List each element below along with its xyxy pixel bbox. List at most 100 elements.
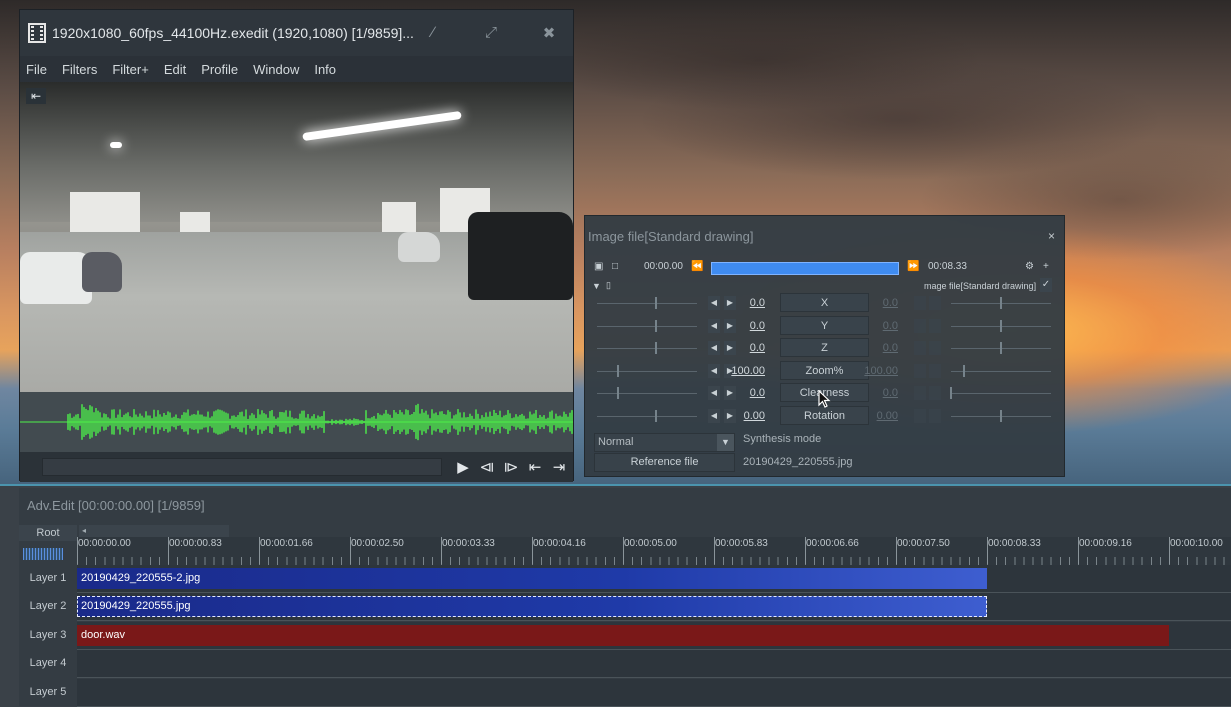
step-box[interactable] xyxy=(929,296,941,310)
layer-row[interactable]: 20190429_220555-2.jpg xyxy=(77,565,1231,593)
visible-checkbox[interactable]: ✓ xyxy=(1040,278,1052,292)
step-box[interactable] xyxy=(929,363,941,378)
step-left-icon[interactable]: ◀ xyxy=(708,363,720,378)
settings-icon[interactable]: ⚙ xyxy=(1025,260,1034,274)
right-stepper[interactable] xyxy=(914,318,944,336)
param-name-button[interactable]: Y xyxy=(780,315,869,335)
step-box[interactable] xyxy=(914,409,926,423)
slider-knob[interactable] xyxy=(950,387,952,400)
layer-label-1[interactable]: Layer 1 xyxy=(19,565,77,592)
layer-label-3[interactable]: Layer 3 xyxy=(19,621,77,649)
layer-label-4[interactable]: Layer 4 xyxy=(19,650,77,678)
right-slider[interactable] xyxy=(951,410,1051,422)
param-end-value[interactable]: 0.00 xyxy=(858,410,898,422)
layer-row[interactable]: door.wav xyxy=(77,621,1231,650)
right-slider[interactable] xyxy=(951,364,1051,377)
param-name-button[interactable]: Z xyxy=(780,338,869,358)
minimize-icon[interactable]: ∕ xyxy=(425,24,441,42)
right-stepper[interactable] xyxy=(914,409,944,426)
title-bar[interactable]: 1920x1080_60fps_44100Hz.exedit (1920,108… xyxy=(20,10,573,56)
right-stepper[interactable] xyxy=(914,296,944,313)
image-clip[interactable]: 20190429_220555.jpg xyxy=(77,596,987,618)
layer-label-2[interactable]: Layer 2 xyxy=(19,593,77,621)
jump-start-icon[interactable]: ⇤ xyxy=(524,458,546,476)
right-slider[interactable] xyxy=(951,342,1051,355)
root-scene-button[interactable]: Root xyxy=(19,525,77,541)
back-to-start-button[interactable]: ⇤ xyxy=(26,88,46,104)
step-left-icon[interactable]: ◀ xyxy=(708,386,720,401)
left-slider[interactable] xyxy=(597,410,697,422)
step-box[interactable] xyxy=(914,296,926,310)
step-left-icon[interactable]: ◀ xyxy=(708,341,720,356)
param-start-value[interactable]: 0.0 xyxy=(725,320,765,332)
step-left-icon[interactable]: ◀ xyxy=(708,318,720,333)
menu-file[interactable]: File xyxy=(26,62,47,77)
right-slider[interactable] xyxy=(951,297,1051,309)
camera-icon[interactable]: ▣ xyxy=(594,260,603,274)
object-range-bar[interactable] xyxy=(711,262,899,275)
blend-mode-dropdown[interactable]: Normal ▼ xyxy=(594,433,735,452)
time-ruler[interactable]: 00:00:00.00 00:00:00.83 00:00:01.66 00:00:0… xyxy=(77,537,1231,565)
jump-end-icon[interactable]: ⇥ xyxy=(548,458,570,476)
slider-knob[interactable] xyxy=(617,387,619,400)
param-name-button[interactable]: Zoom% xyxy=(780,360,869,380)
step-left-icon[interactable]: ◀ xyxy=(708,296,720,310)
param-start-value[interactable]: 0.00 xyxy=(725,410,765,422)
slider-knob[interactable] xyxy=(655,342,657,355)
fast-forward-icon[interactable]: ⏩ xyxy=(907,260,919,274)
step-left-icon[interactable]: ◀ xyxy=(708,409,720,423)
slider-knob[interactable] xyxy=(655,319,657,332)
param-start-value[interactable]: 0.0 xyxy=(725,342,765,354)
param-end-value[interactable]: 0.0 xyxy=(858,320,898,332)
slider-knob[interactable] xyxy=(1000,342,1002,355)
param-start-value[interactable]: 0.0 xyxy=(725,297,765,309)
maximize-icon[interactable]: ⤢ xyxy=(483,24,499,42)
layer-row[interactable] xyxy=(77,650,1231,679)
reference-file-button[interactable]: Reference file xyxy=(594,453,735,472)
slider-knob[interactable] xyxy=(617,364,619,377)
audio-clip[interactable]: door.wav xyxy=(77,624,1170,646)
left-slider[interactable] xyxy=(597,319,697,332)
slider-knob[interactable] xyxy=(655,297,657,309)
menu-filters[interactable]: Filters xyxy=(62,62,97,77)
menu-edit[interactable]: Edit xyxy=(164,62,186,77)
left-slider[interactable] xyxy=(597,387,697,400)
right-slider[interactable] xyxy=(950,387,1051,400)
expand-icon[interactable]: ▼ xyxy=(592,279,601,293)
play-icon[interactable]: ▶ xyxy=(452,458,474,476)
rewind-icon[interactable]: ⏪ xyxy=(691,260,703,274)
param-start-value[interactable]: 100.00 xyxy=(725,365,765,377)
menu-info[interactable]: Info xyxy=(314,62,336,77)
param-start-value[interactable]: 0.0 xyxy=(725,387,765,399)
left-slider[interactable] xyxy=(597,342,697,355)
slider-knob[interactable] xyxy=(1000,319,1002,332)
slider-knob[interactable] xyxy=(1000,297,1002,309)
chevron-down-icon[interactable]: ▼ xyxy=(717,434,734,451)
layer-label-5[interactable]: Layer 5 xyxy=(19,678,77,706)
param-end-value[interactable]: 0.0 xyxy=(858,342,898,354)
step-box[interactable] xyxy=(929,318,941,333)
image-clip[interactable]: 20190429_220555-2.jpg xyxy=(77,568,987,589)
close-icon[interactable]: × xyxy=(1048,229,1055,243)
param-end-value[interactable]: 100.00 xyxy=(858,365,898,377)
slider-knob[interactable] xyxy=(1000,410,1002,422)
step-box[interactable] xyxy=(929,409,941,423)
step-box[interactable] xyxy=(929,341,941,356)
param-end-value[interactable]: 0.0 xyxy=(858,387,898,399)
step-box[interactable] xyxy=(914,318,926,333)
slider-knob[interactable] xyxy=(655,410,657,422)
step-box[interactable] xyxy=(914,341,926,356)
close-icon[interactable]: ✖ xyxy=(541,24,557,42)
next-frame-icon[interactable]: ⧐ xyxy=(500,458,522,476)
right-stepper[interactable] xyxy=(914,341,944,358)
step-box[interactable] xyxy=(929,386,941,401)
left-slider[interactable] xyxy=(597,297,697,309)
layer-row[interactable]: 20190429_220555.jpg xyxy=(77,593,1231,622)
slider-knob[interactable] xyxy=(963,364,965,377)
step-box[interactable] xyxy=(914,363,926,378)
frame-icon[interactable]: □ xyxy=(612,260,618,274)
right-slider[interactable] xyxy=(951,319,1051,332)
left-slider[interactable] xyxy=(597,364,697,377)
step-box[interactable] xyxy=(914,386,926,401)
seek-bar[interactable] xyxy=(42,458,442,476)
